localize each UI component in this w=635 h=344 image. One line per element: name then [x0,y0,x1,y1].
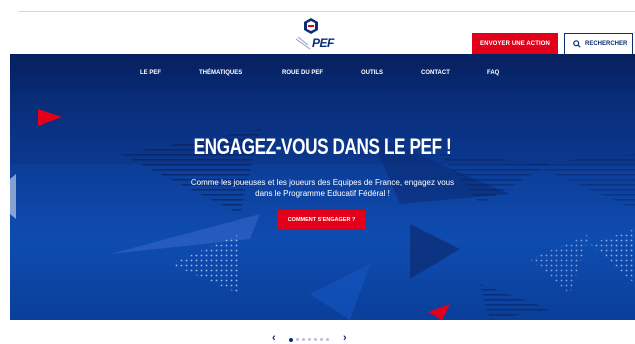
how-to-engage-button[interactable]: COMMENT S'ENGAGER ? [277,210,366,229]
fff-logo[interactable]: PEF [294,17,334,51]
nav-item-contact[interactable]: CONTACT [421,70,450,76]
hero-subtitle-line-2: dans le Programme Educatif Fédéral ! [255,189,390,198]
nav-item-roue-du-pef[interactable]: ROUE DU PEF [282,70,323,76]
carousel-prev-icon[interactable]: ‹ [272,332,276,344]
carousel-next-icon[interactable]: › [343,332,347,344]
nav-item-thematiques[interactable]: THÉMATIQUES [199,70,242,76]
search-button[interactable]: RECHERCHER [564,33,633,55]
main-nav: LE PEF THÉMATIQUES ROUE DU PEF OUTILS CO… [10,54,635,95]
logo-text: PEF [312,36,334,50]
search-icon [573,40,581,48]
carousel-dot[interactable] [302,338,305,341]
carousel-dot[interactable] [314,338,317,341]
carousel-dot[interactable] [308,338,311,341]
hero-banner: LE PEF THÉMATIQUES ROUE DU PEF OUTILS CO… [10,54,635,320]
hero-title: ENGAGEZ-VOUS DANS LE PEF ! [193,134,452,159]
nav-item-le-pef[interactable]: LE PEF [140,70,161,76]
nav-item-outils[interactable]: OUTILS [361,70,383,76]
carousel-pagination: ‹ › [270,332,352,344]
site-header: PEF ENVOYER UNE ACTION RECHERCHER [0,12,635,55]
carousel-dot[interactable] [289,337,293,342]
carousel-dot[interactable] [320,338,323,341]
search-label: RECHERCHER [585,41,628,47]
send-action-button[interactable]: ENVOYER UNE ACTION [472,33,558,55]
carousel-dot[interactable] [296,338,299,341]
nav-item-faq[interactable]: FAQ [487,70,499,76]
hero-subtitle: Comme les joueuses et les joueurs des Eq… [160,177,485,199]
hero-subtitle-line-1: Comme les joueuses et les joueurs des Eq… [190,178,455,187]
carousel-dot[interactable] [326,338,329,341]
